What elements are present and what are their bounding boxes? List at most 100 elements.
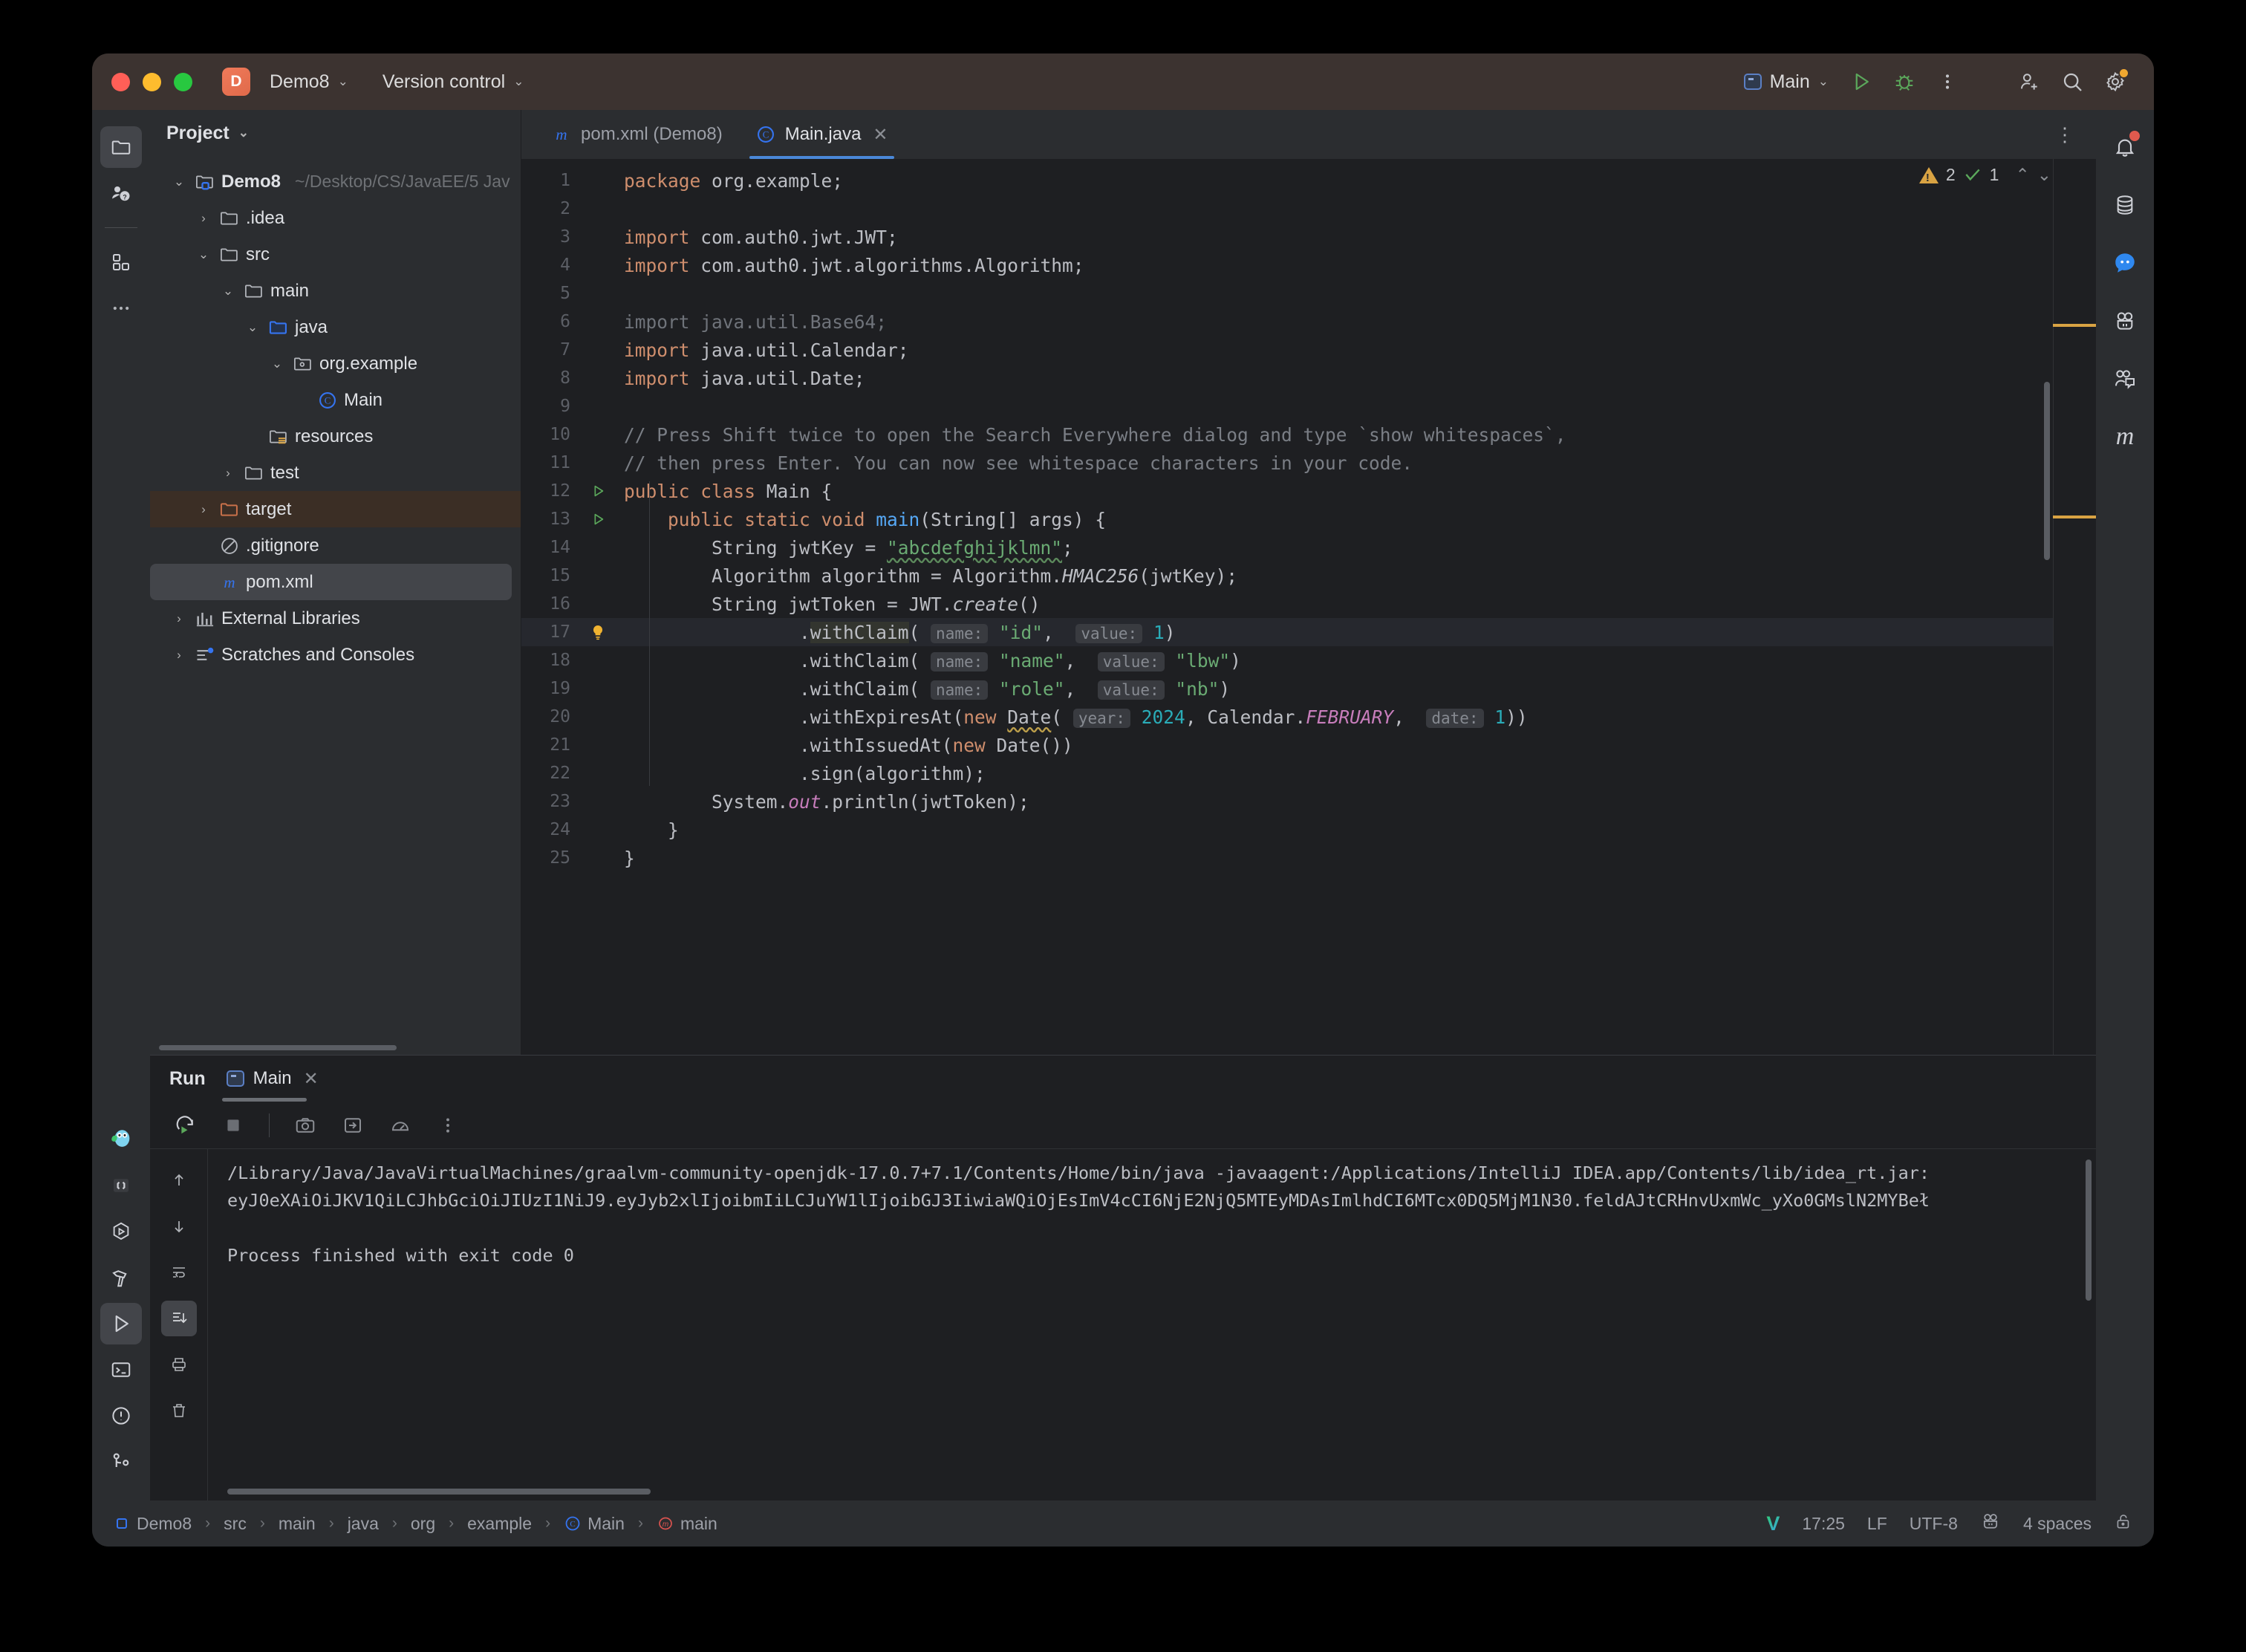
close-icon[interactable]: ✕ bbox=[304, 1068, 319, 1090]
project-horizontal-scrollbar[interactable] bbox=[159, 1045, 397, 1050]
chevron-down-icon[interactable]: ⌄ bbox=[194, 247, 213, 262]
chevron-right-icon[interactable]: › bbox=[218, 466, 238, 481]
tree-item-idea[interactable]: ›.idea bbox=[150, 200, 521, 236]
chevron-right-icon[interactable]: › bbox=[194, 502, 213, 517]
breadcrumb-item-java[interactable]: java bbox=[348, 1514, 379, 1534]
editor-vertical-scrollbar[interactable] bbox=[2044, 382, 2050, 560]
code-line[interactable]: 22 .sign(algorithm); bbox=[521, 759, 2053, 787]
code-line[interactable]: 10// Press Shift twice to open the Searc… bbox=[521, 420, 2053, 449]
maximize-window-button[interactable] bbox=[174, 73, 192, 91]
sidebar-item-project[interactable] bbox=[100, 126, 142, 168]
chevron-right-icon[interactable]: › bbox=[169, 611, 189, 626]
sidebar-item-bookmarks[interactable] bbox=[100, 1165, 142, 1206]
editor-tabs-more-icon[interactable]: ⋮ bbox=[2055, 123, 2075, 146]
chevron-right-icon[interactable]: › bbox=[169, 648, 189, 663]
tree-item-org-example[interactable]: ⌄org.example bbox=[150, 345, 521, 382]
code-line[interactable]: 21 .withIssuedAt(new Date()) bbox=[521, 731, 2053, 759]
chevron-down-icon[interactable]: ⌄ bbox=[243, 320, 262, 335]
intention-bulb-icon[interactable] bbox=[582, 623, 613, 641]
console-output[interactable]: /Library/Java/JavaVirtualMachines/graalv… bbox=[208, 1149, 2096, 1500]
screenshot-button[interactable] bbox=[289, 1109, 322, 1142]
code-line[interactable]: 13 public static void main(String[] args… bbox=[521, 505, 2053, 533]
console-vertical-scrollbar[interactable] bbox=[2086, 1160, 2092, 1301]
sidebar-item-run[interactable] bbox=[100, 1303, 142, 1344]
prev-problem-icon[interactable]: ⌃ bbox=[2015, 165, 2029, 185]
profiler-button[interactable] bbox=[384, 1109, 417, 1142]
run-gutter-icon[interactable] bbox=[582, 483, 613, 499]
sidebar-item-notifications[interactable] bbox=[2104, 126, 2146, 168]
soft-wrap-button[interactable] bbox=[161, 1255, 197, 1290]
scroll-down-button[interactable] bbox=[161, 1209, 197, 1244]
run-configuration-selector[interactable]: Main ⌄ bbox=[1735, 67, 1838, 97]
tree-item-demo8[interactable]: ⌄Demo8~/Desktop/CS/JavaEE/5 Jav bbox=[150, 163, 521, 200]
unlocked-icon[interactable] bbox=[2114, 1512, 2133, 1535]
code-line[interactable]: 12public class Main { bbox=[521, 477, 2053, 505]
code-line[interactable]: 25} bbox=[521, 844, 2053, 872]
breadcrumb-item-main[interactable]: mmain bbox=[657, 1514, 717, 1534]
add-user-button[interactable] bbox=[2010, 62, 2048, 101]
run-button[interactable] bbox=[1842, 62, 1881, 101]
settings-button[interactable] bbox=[2096, 62, 2135, 101]
scroll-up-button[interactable] bbox=[161, 1162, 197, 1198]
breadcrumb-item-main[interactable]: main bbox=[279, 1514, 316, 1534]
editor-tab-main[interactable]: CMain.java✕ bbox=[739, 110, 905, 159]
sidebar-item-plugins[interactable] bbox=[100, 241, 142, 283]
run-more-button[interactable] bbox=[432, 1109, 464, 1142]
sidebar-item-ai-chat[interactable] bbox=[2104, 242, 2146, 284]
code-editor[interactable]: 1package org.example;23import com.auth0.… bbox=[521, 159, 2096, 1055]
code-line[interactable]: 18 .withClaim( name: "name", value: "lbw… bbox=[521, 646, 2053, 674]
sidebar-item-debug[interactable] bbox=[100, 1211, 142, 1252]
breadcrumb-item-demo8[interactable]: Demo8 bbox=[113, 1514, 192, 1534]
indent-label[interactable]: 4 spaces bbox=[2023, 1514, 2092, 1534]
code-line[interactable]: 17 .withClaim( name: "id", value: 1) bbox=[521, 618, 2053, 646]
code-line[interactable]: 2 bbox=[521, 195, 2053, 223]
marker-warning-1[interactable] bbox=[2053, 324, 2096, 327]
tree-item-main[interactable]: ⌄main bbox=[150, 273, 521, 309]
tree-item-src[interactable]: ⌄src bbox=[150, 236, 521, 273]
export-button[interactable] bbox=[336, 1109, 369, 1142]
code-line[interactable]: 24 } bbox=[521, 816, 2053, 844]
code-line[interactable]: 20 .withExpiresAt(new Date( year: 2024, … bbox=[521, 703, 2053, 731]
code-line[interactable]: 19 .withClaim( name: "role", value: "nb"… bbox=[521, 674, 2053, 703]
tree-item-java[interactable]: ⌄java bbox=[150, 309, 521, 345]
chevron-down-icon[interactable]: ⌄ bbox=[169, 175, 189, 189]
code-line[interactable]: 6import java.util.Base64; bbox=[521, 308, 2053, 336]
tree-item-main[interactable]: CMain bbox=[150, 382, 521, 418]
code-line[interactable]: 15 Algorithm algorithm = Algorithm.HMAC2… bbox=[521, 562, 2053, 590]
sidebar-item-terminal[interactable] bbox=[100, 1349, 142, 1391]
tree-item-pom-xml[interactable]: mpom.xml bbox=[150, 564, 512, 600]
print-button[interactable] bbox=[161, 1347, 197, 1382]
close-window-button[interactable] bbox=[111, 73, 130, 91]
sidebar-item-ai-assistant[interactable] bbox=[2104, 300, 2146, 342]
chevron-right-icon[interactable]: › bbox=[194, 211, 213, 226]
tree-item-external-libraries[interactable]: ›External Libraries bbox=[150, 600, 521, 637]
scroll-to-end-button[interactable] bbox=[161, 1301, 197, 1336]
marker-warning-2[interactable] bbox=[2053, 516, 2096, 518]
stop-button[interactable] bbox=[217, 1109, 250, 1142]
tree-item-resources[interactable]: resources bbox=[150, 418, 521, 455]
code-line[interactable]: 7import java.util.Calendar; bbox=[521, 336, 2053, 364]
code-line[interactable]: 14 String jwtKey = "abcdefghijklmn"; bbox=[521, 533, 2053, 562]
breadcrumb-item-example[interactable]: example bbox=[467, 1514, 532, 1534]
vcs-v-icon[interactable]: V bbox=[1766, 1512, 1780, 1535]
line-separator-label[interactable]: LF bbox=[1867, 1514, 1887, 1534]
code-line[interactable]: 16 String jwtToken = JWT.create() bbox=[521, 590, 2053, 618]
clear-all-button[interactable] bbox=[161, 1393, 197, 1428]
code-line[interactable]: 11// then press Enter. You can now see w… bbox=[521, 449, 2053, 477]
close-icon[interactable]: ✕ bbox=[873, 124, 888, 146]
inspection-widget[interactable]: 2 1 ⌃ ⌄ bbox=[1919, 165, 2051, 185]
breadcrumb-item-src[interactable]: src bbox=[224, 1514, 247, 1534]
encoding-label[interactable]: UTF-8 bbox=[1910, 1514, 1958, 1534]
sidebar-item-maven[interactable]: m bbox=[2104, 416, 2146, 458]
editor-tab-pom[interactable]: mpom.xml (Demo8) bbox=[535, 110, 739, 159]
chevron-down-icon[interactable]: ⌄ bbox=[218, 284, 238, 299]
more-options-button[interactable] bbox=[1928, 62, 1967, 101]
breadcrumb[interactable]: Demo8›src›main›java›org›example›CMain›mm… bbox=[113, 1514, 717, 1534]
debug-button[interactable] bbox=[1885, 62, 1924, 101]
minimize-window-button[interactable] bbox=[143, 73, 161, 91]
search-button[interactable] bbox=[2053, 62, 2092, 101]
code-line[interactable]: 1package org.example; bbox=[521, 166, 2053, 195]
sidebar-item-vcs[interactable] bbox=[100, 1441, 142, 1483]
code-line[interactable]: 5 bbox=[521, 279, 2053, 308]
run-tab-main[interactable]: Main ✕ bbox=[222, 1056, 323, 1102]
